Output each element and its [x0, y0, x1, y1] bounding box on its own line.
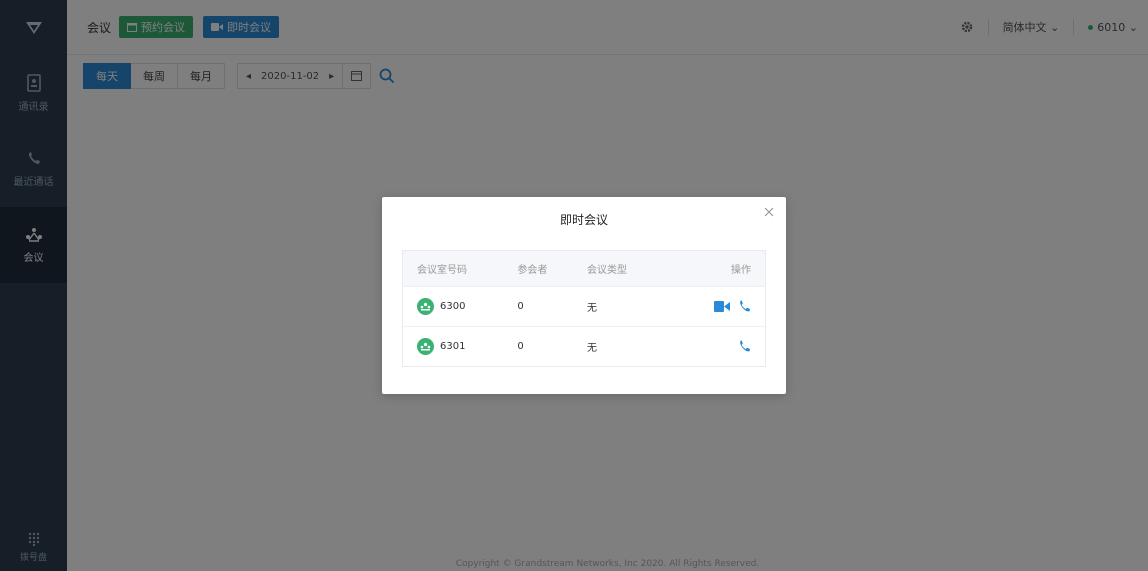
actions-cell: [691, 300, 765, 313]
table-header: 会议室号码 参会者 会议类型 操作: [403, 251, 765, 286]
dialog-title: 即时会议: [559, 213, 608, 227]
room-cell: 6301: [403, 338, 517, 355]
type-cell: 无: [586, 343, 597, 354]
participants-cell: 0: [517, 301, 524, 312]
column-header: 会议室号码: [417, 265, 467, 276]
phone-icon[interactable]: [738, 300, 751, 313]
participants-cell: 0: [517, 341, 524, 352]
video-call-icon[interactable]: [714, 301, 730, 312]
actions-cell: [691, 340, 765, 353]
close-button[interactable]: [762, 205, 776, 219]
meeting-room-table: 会议室号码 参会者 会议类型 操作 6300 0 无 6301 0 无: [402, 250, 766, 367]
instant-meeting-dialog: 即时会议 会议室号码 参会者 会议类型 操作 6300 0 无 6301 0 无: [382, 197, 786, 394]
close-icon: [764, 207, 774, 217]
column-header: 会议类型: [586, 265, 627, 276]
meeting-room-icon: [417, 338, 434, 355]
phone-icon[interactable]: [738, 340, 751, 353]
table-row: 6301 0 无: [403, 326, 765, 366]
column-header: 参会者: [517, 265, 548, 276]
type-cell: 无: [586, 303, 597, 314]
room-cell: 6300: [403, 298, 517, 315]
room-number: 6300: [440, 301, 466, 312]
room-number: 6301: [440, 341, 466, 352]
meeting-room-icon: [417, 298, 434, 315]
column-header: 操作: [731, 265, 751, 276]
table-row: 6300 0 无: [403, 286, 765, 326]
